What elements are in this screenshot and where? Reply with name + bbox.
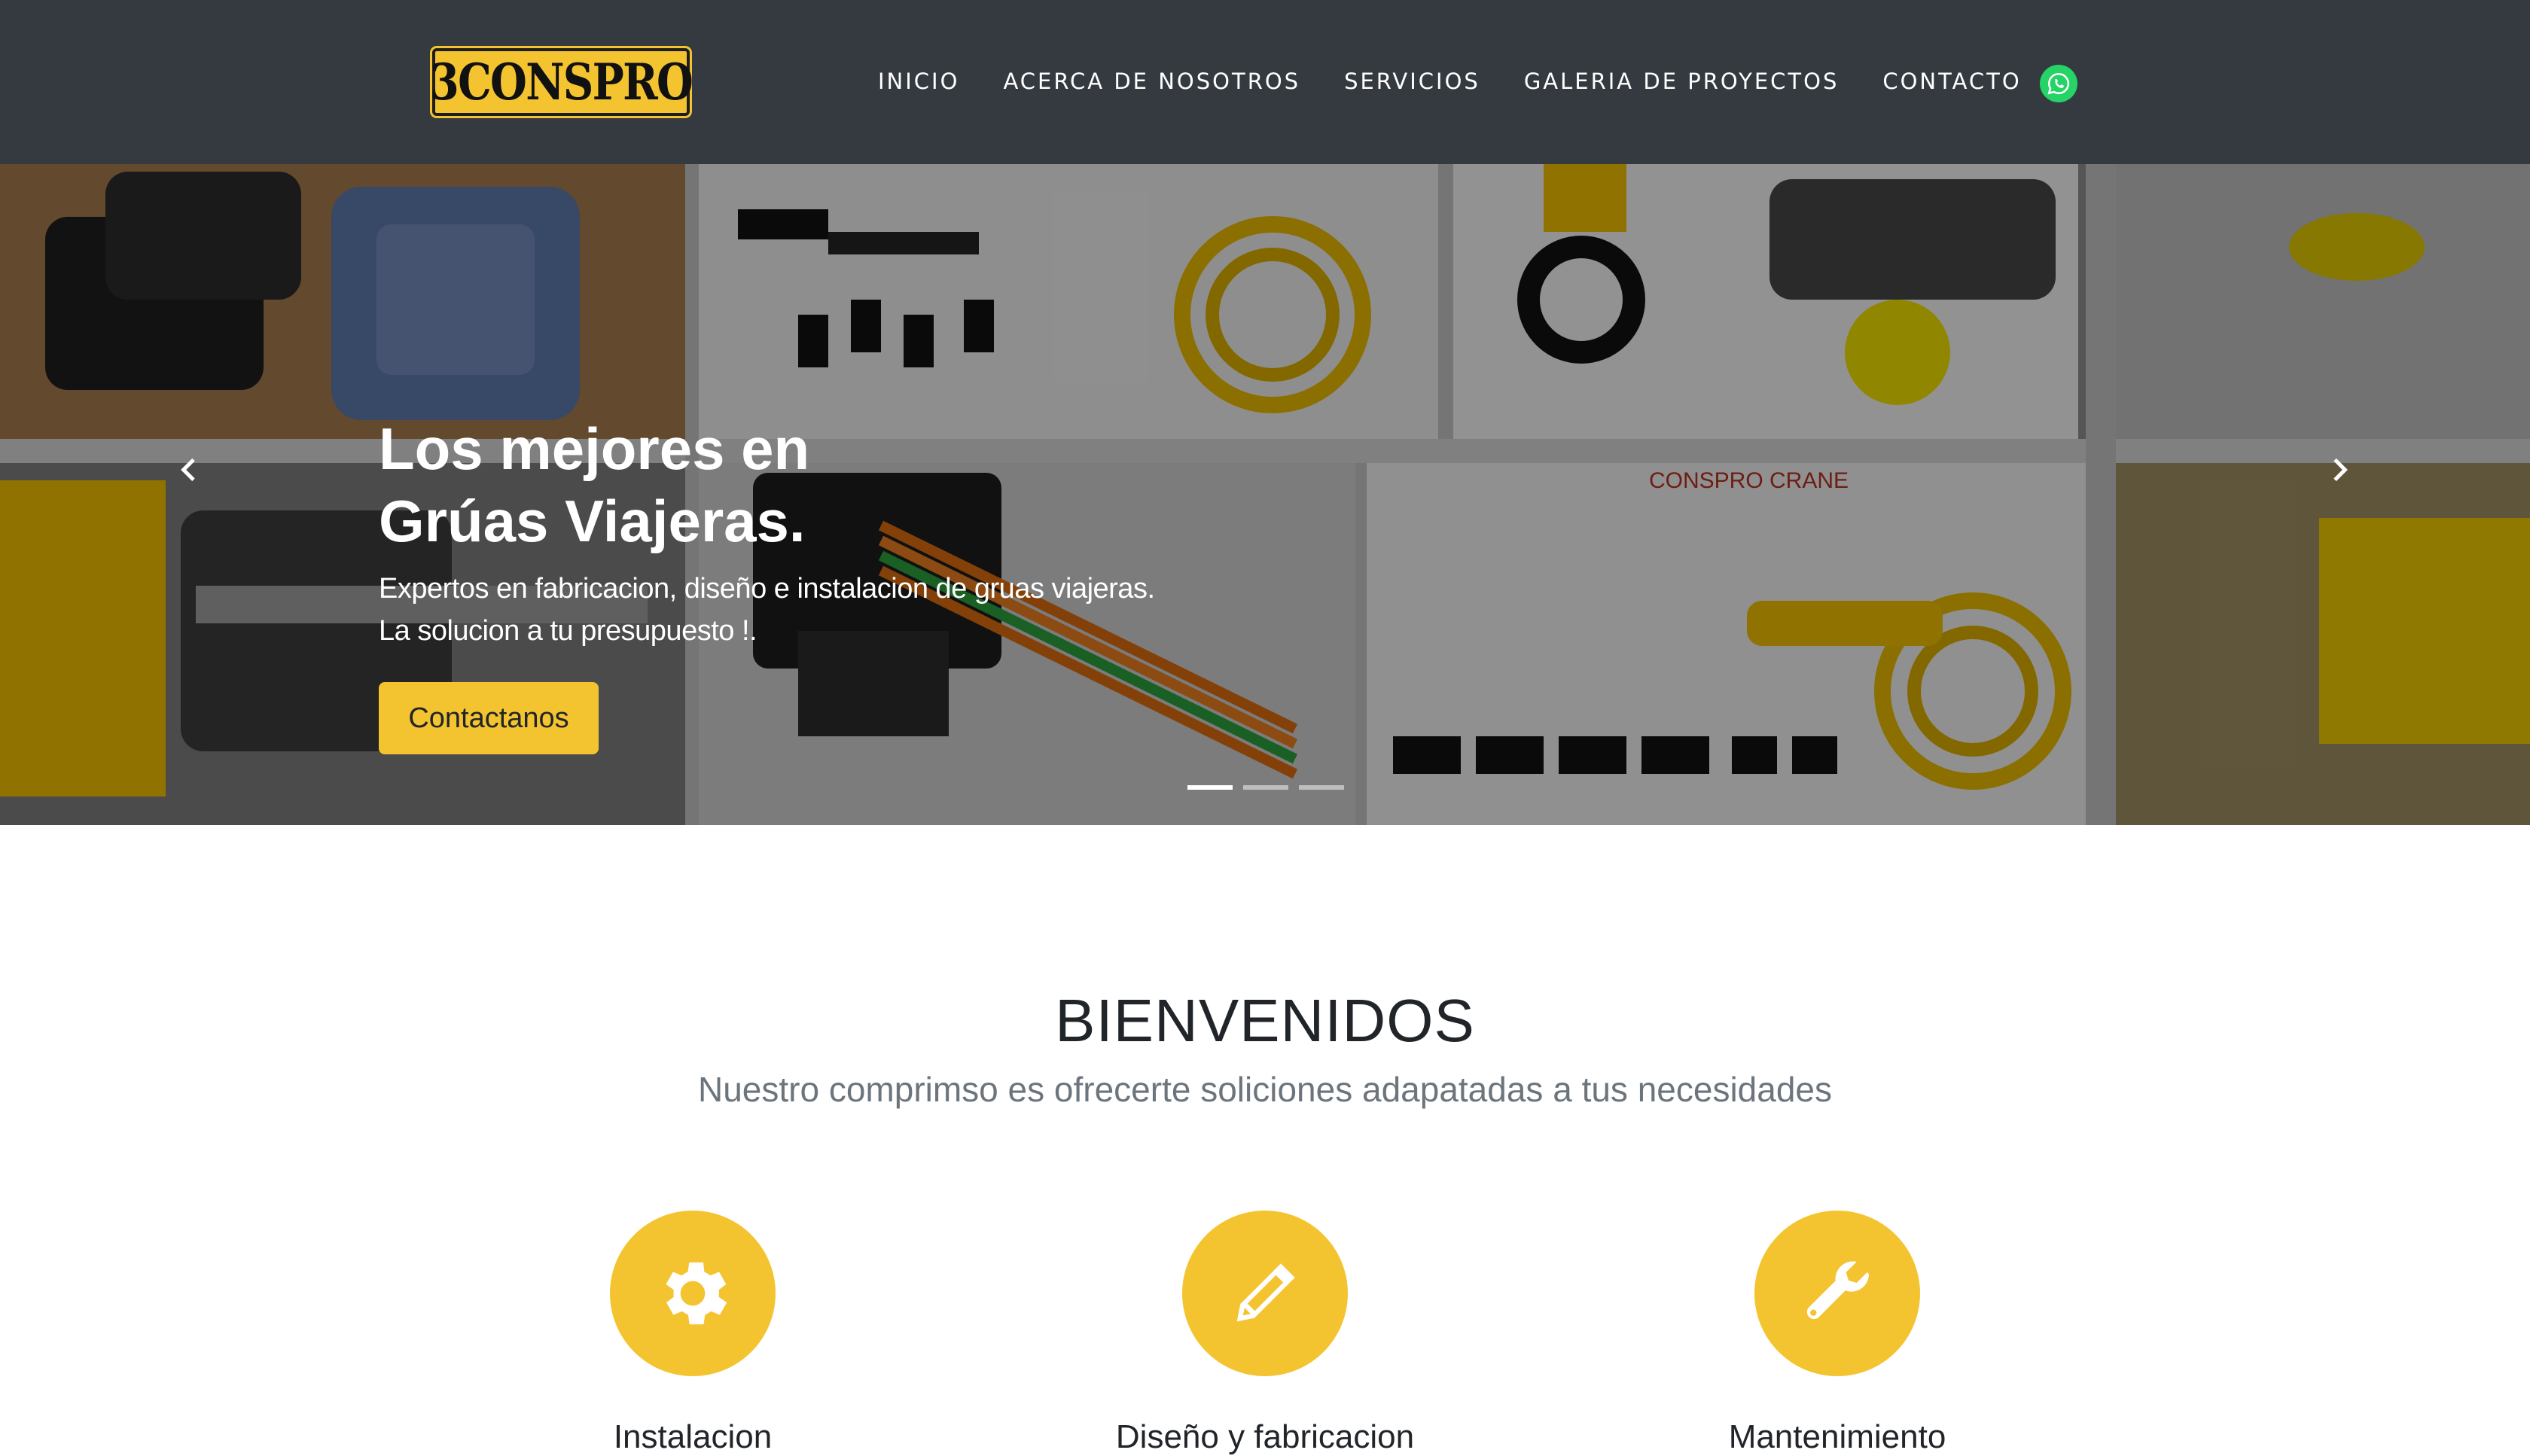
wrench-icon (1806, 1261, 1869, 1320)
feature-icon-circle (1754, 1211, 1920, 1376)
feature-title: Instalacion (613, 1418, 773, 1455)
feature-icon-circle (610, 1211, 776, 1376)
hero-subtitle-line2: La solucion a tu presupuesto !. (379, 615, 757, 647)
main-nav: INICIO ACERCA DE NOSOTROS SERVICIOS GALE… (878, 59, 2065, 104)
carousel-indicator-1[interactable] (1187, 785, 1233, 790)
chevron-left-icon (181, 458, 195, 482)
hero-title: Los mejores en Grúas Viajeras. (379, 413, 1282, 557)
nav-item-inicio[interactable]: INICIO (878, 69, 959, 94)
gear-icon (666, 1262, 727, 1325)
feature-diseno: Diseño y fabricacion (1039, 1211, 1491, 1456)
welcome-subtitle: Nuestro comprimso es ofrecerte solicione… (697, 1070, 1833, 1109)
navbar: 3CONSPRO INICIO ACERCA DE NOSOTROS SERVI… (0, 0, 2530, 164)
carousel-next-button[interactable] (2309, 440, 2369, 500)
welcome-title: BIENVENIDOS (1055, 987, 1475, 1054)
carousel-prev-button[interactable] (160, 440, 220, 500)
feature-instalacion: Instalacion (467, 1211, 919, 1456)
contact-cta-button[interactable]: Contactanos (379, 682, 599, 754)
logo-text: 3CONSPRO (429, 53, 693, 111)
whatsapp-icon[interactable] (2040, 65, 2077, 102)
feature-icon-circle (1182, 1211, 1348, 1376)
hero-subtitle-line1: Expertos en fabricacion, diseño e instal… (379, 573, 1155, 605)
carousel-indicators (1187, 785, 1355, 790)
hero-subtitle: Expertos en fabricacion, diseño e instal… (379, 568, 1433, 652)
hero-title-line2: Grúas Viajeras. (379, 488, 806, 554)
brand-logo[interactable]: 3CONSPRO (429, 48, 693, 116)
nav-item-galeria[interactable]: GALERIA DE PROYECTOS (1524, 69, 1840, 94)
hero-carousel: CONSPRO CRANE Los mejores en Grúas Viaje… (0, 164, 2530, 825)
feature-title: Diseño y fabricacion (1115, 1418, 1415, 1455)
carousel-indicator-2[interactable] (1243, 785, 1288, 790)
carousel-indicator-3[interactable] (1299, 785, 1344, 790)
feature-mantenimiento: Mantenimiento (1611, 1211, 2063, 1456)
feature-title: Mantenimiento (1728, 1418, 1946, 1455)
nav-item-acerca[interactable]: ACERCA DE NOSOTROS (1003, 69, 1300, 94)
hero-title-line1: Los mejores en (379, 416, 810, 482)
pencil-icon (1236, 1263, 1295, 1322)
chevron-right-icon (2333, 458, 2348, 482)
nav-item-contacto[interactable]: CONTACTO (1882, 69, 2021, 94)
nav-item-servicios[interactable]: SERVICIOS (1344, 69, 1480, 94)
